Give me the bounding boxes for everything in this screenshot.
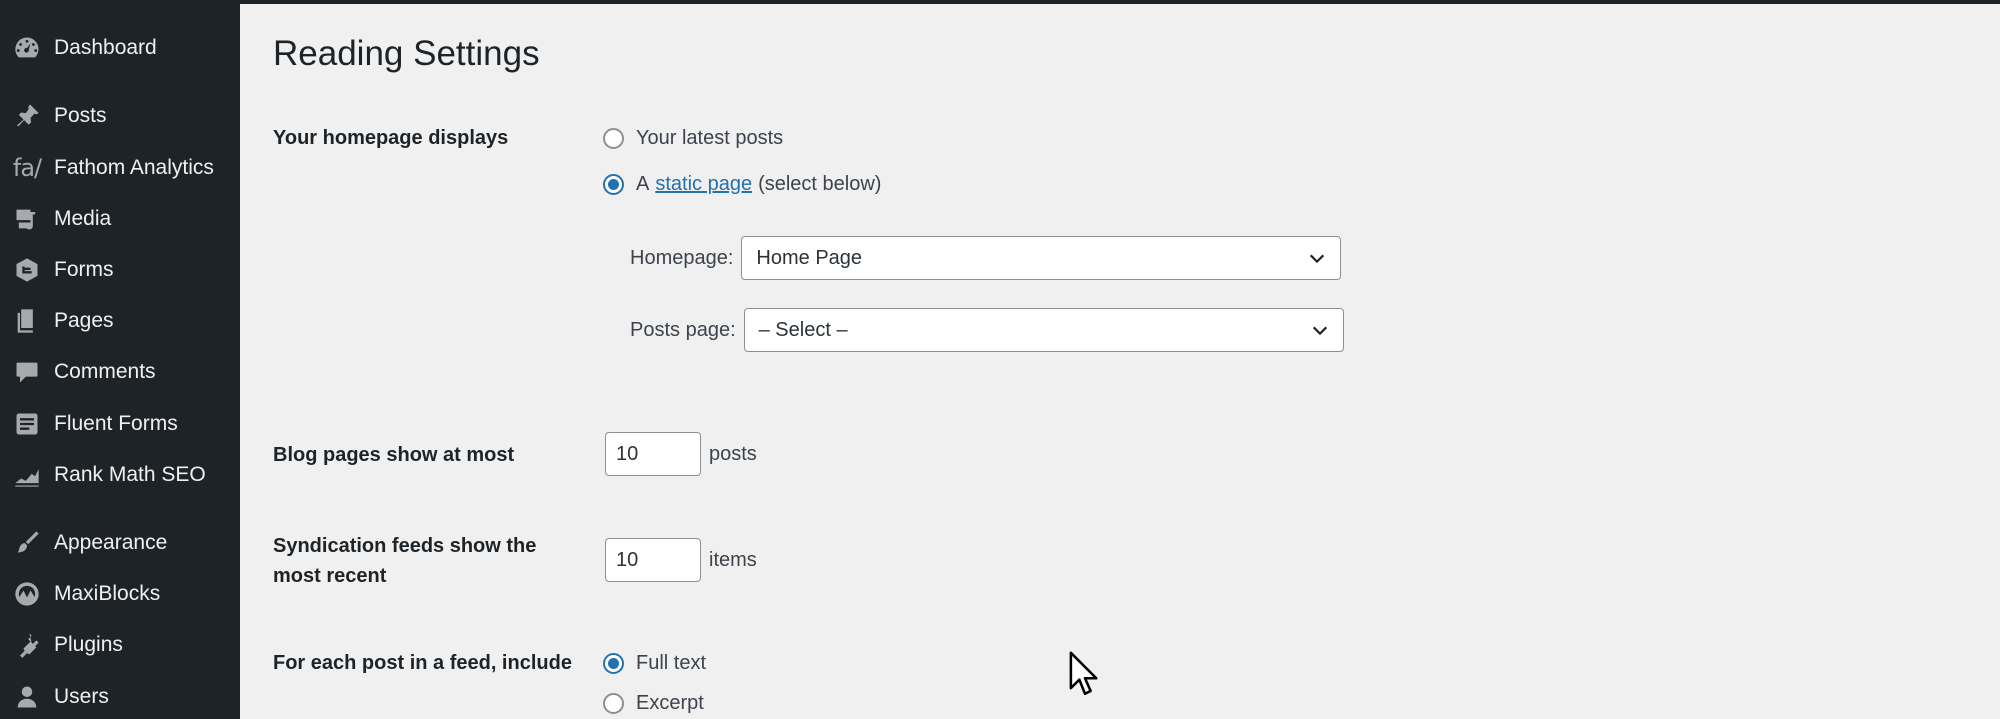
sidebar-item-label: Fathom Analytics (54, 156, 214, 179)
sidebar-item-comments[interactable]: Comments (0, 350, 240, 394)
sidebar-item-label: Forms (54, 258, 114, 281)
blog-pages-row: posts (605, 432, 757, 476)
posts-page-select-row: Posts page: – Select – (630, 308, 1344, 352)
sidebar-item-posts[interactable]: Posts (0, 94, 240, 138)
radio-static-prefix: A (636, 172, 650, 195)
syndication-label: Syndication feeds show the most recent (273, 535, 537, 587)
static-page-link[interactable]: static page (655, 173, 752, 196)
posts-page-select-label: Posts page: (630, 318, 736, 341)
sidebar-item-rank-math-seo[interactable]: Rank Math SEO (0, 453, 240, 497)
media-icon (12, 204, 42, 234)
sidebar-item-label: MaxiBlocks (54, 582, 161, 605)
comments-icon (12, 357, 42, 387)
fathom-icon: fa/ (12, 153, 42, 183)
feed-include-label: For each post in a feed, include (273, 652, 572, 674)
sidebar-item-label: Rank Math SEO (54, 463, 206, 486)
sidebar-item-label: Comments (54, 360, 156, 383)
radio-button[interactable] (603, 127, 624, 149)
maxiblocks-icon (12, 579, 42, 609)
mouse-cursor-icon (1069, 651, 1098, 696)
page-title: Reading Settings (273, 34, 540, 73)
fathom-icon-text: fa/ (12, 154, 42, 182)
sidebar-item-appearance[interactable]: Appearance (0, 521, 240, 565)
sidebar-item-users[interactable]: Users (0, 675, 240, 719)
homepage-select-value: Home Page (756, 246, 863, 269)
appearance-icon (12, 528, 42, 558)
users-icon (12, 682, 42, 712)
dashboard-icon (12, 33, 42, 63)
radio-latest-posts[interactable]: Your latest posts (603, 123, 783, 153)
radio-full-text[interactable]: Full text (603, 648, 706, 678)
sidebar-item-dashboard[interactable]: Dashboard (0, 26, 240, 70)
sidebar-item-label: Pages (54, 309, 114, 332)
rank-math-icon (12, 460, 42, 490)
sidebar-item-label: Plugins (54, 633, 123, 656)
sidebar-item-fluent-forms[interactable]: Fluent Forms (0, 402, 240, 446)
pages-icon (12, 306, 42, 336)
sidebar-item-label: Users (54, 685, 109, 708)
blog-pages-input[interactable] (605, 432, 701, 476)
sidebar-item-maxiblocks[interactable]: MaxiBlocks (0, 572, 240, 616)
sidebar-item-label: Dashboard (54, 36, 157, 59)
sidebar-item-pages[interactable]: Pages (0, 299, 240, 343)
plugins-icon (12, 630, 42, 660)
syndication-unit: items (709, 548, 757, 571)
forms-icon (12, 255, 42, 285)
pin-icon (12, 101, 42, 131)
radio-full-text-label: Full text (636, 651, 707, 674)
syndication-row: items (605, 538, 757, 582)
radio-dot (608, 178, 619, 190)
posts-page-select-value: – Select – (758, 318, 848, 341)
homepage-select[interactable]: Home Page (741, 236, 1342, 280)
settings-content: Reading Settings Your homepage displays … (240, 0, 2000, 719)
homepage-displays-label: Your homepage displays (273, 127, 509, 149)
homepage-select-row: Homepage: Home Page (630, 236, 1342, 280)
radio-static-suffix: (select below) (758, 172, 882, 195)
radio-static-page[interactable]: A static page (select below) (603, 169, 881, 199)
syndication-input[interactable] (605, 538, 701, 582)
radio-excerpt-label: Excerpt (636, 691, 704, 714)
sidebar-item-fathom-analytics[interactable]: fa/ Fathom Analytics (0, 146, 240, 190)
radio-latest-posts-label: Your latest posts (636, 126, 784, 149)
radio-button-checked[interactable] (603, 173, 624, 195)
radio-excerpt[interactable]: Excerpt (603, 688, 704, 718)
blog-pages-unit: posts (709, 442, 757, 465)
chevron-down-icon (1312, 326, 1327, 336)
sidebar-item-label: Appearance (54, 531, 168, 554)
admin-sidebar: Dashboard Posts fa/ Fathom Analytics Med… (0, 0, 240, 719)
chevron-down-icon (1310, 254, 1325, 264)
sidebar-item-plugins[interactable]: Plugins (0, 623, 240, 667)
sidebar-item-label: Media (54, 207, 112, 230)
posts-page-select[interactable]: – Select – (743, 308, 1344, 352)
sidebar-item-label: Fluent Forms (54, 412, 178, 435)
sidebar-item-media[interactable]: Media (0, 197, 240, 241)
radio-button[interactable] (603, 692, 624, 714)
sidebar-item-forms[interactable]: Forms (0, 248, 240, 292)
blog-pages-label: Blog pages show at most (273, 444, 515, 466)
homepage-select-label: Homepage: (630, 246, 734, 269)
fluent-forms-icon (12, 409, 42, 439)
radio-dot (608, 657, 619, 669)
sidebar-item-label: Posts (54, 104, 107, 127)
radio-button-checked[interactable] (603, 652, 624, 674)
